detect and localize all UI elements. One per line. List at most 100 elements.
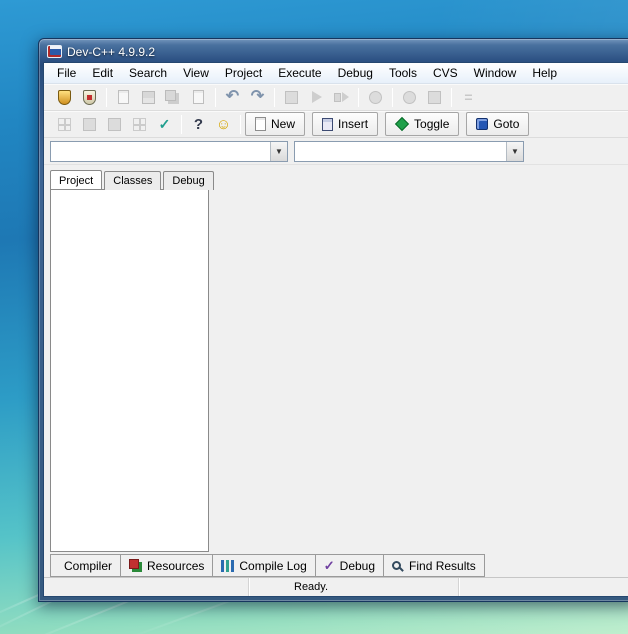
toolbar-separator [181,115,182,134]
redo-icon: ↷ [251,89,264,105]
menu-item-search[interactable]: Search [121,64,175,82]
tab-compile-log[interactable]: Compile Log [213,554,315,577]
status-bar: Ready. [44,577,628,596]
new-project-button[interactable] [52,85,77,109]
profile-button[interactable] [422,85,447,109]
profile-icon [428,91,441,104]
right-combobox-value [295,142,506,161]
save-all-icon [165,90,176,101]
toolbar-separator [106,88,107,107]
new-class-button[interactable] [52,112,77,136]
close-file-button[interactable] [186,85,211,109]
open-project-icon [83,90,96,105]
menu-item-file[interactable]: File [49,64,84,82]
app-icon [47,45,62,58]
debug-run-icon [403,91,416,104]
window-title: Dev-C++ 4.9.9.2 [67,45,155,59]
client-area: File Edit Search View Project Execute De… [43,62,628,597]
menu-item-execute[interactable]: Execute [270,64,329,82]
desktop: Dev-C++ 4.9.9.2 File Edit Search View Pr… [0,0,628,634]
class-browser-button[interactable] [127,112,152,136]
redo-button[interactable]: ↷ [245,85,270,109]
project-tree-panel[interactable] [50,189,209,552]
menu-item-debug[interactable]: Debug [330,64,381,82]
toolbar-separator [215,88,216,107]
compile-button[interactable] [279,85,304,109]
bookmark-goto-icon [476,118,488,130]
syntax-check-button[interactable]: ✓ [152,112,177,136]
find-results-magnifier-icon [392,561,401,570]
undo-icon: ↶ [226,89,239,105]
new-member-function-button[interactable] [77,112,102,136]
combo-toolbar: ▼ ▼ [44,138,628,165]
menu-item-cvs[interactable]: CVS [425,64,466,82]
right-combobox[interactable]: ▼ [294,141,524,162]
abort-compilation-button[interactable]: = [456,85,481,109]
bookmark-toggle-button[interactable]: Toggle [385,112,459,136]
run-icon [312,91,322,103]
menu-item-help[interactable]: Help [524,64,565,82]
bookmark-new-button[interactable]: New [245,112,305,136]
smiley-about-icon: ☺ [216,117,231,132]
chevron-down-icon: ▼ [275,147,283,156]
tab-compiler[interactable]: Compiler [50,554,121,577]
report-tabs: Compiler Resources Compile Log ✓ Debug F… [50,554,628,577]
run-button[interactable] [304,85,329,109]
tab-find-results[interactable]: Find Results [384,554,485,577]
bookmark-toggle-icon [395,117,409,131]
status-panel-message: Ready. [249,578,459,596]
main-toolbar: ↶ ↷ = [44,84,628,111]
bookmark-insert-button[interactable]: Insert [312,112,378,136]
rebuild-all-button[interactable] [363,85,388,109]
bookmark-new-icon [255,117,266,131]
toolbar-separator [274,88,275,107]
secondary-toolbar: ✓ ? ☺ New Insert Toggle [44,111,628,138]
help-icon: ? [194,117,203,132]
menu-item-project[interactable]: Project [217,64,270,82]
help-button[interactable]: ? [186,112,211,136]
menu-item-view[interactable]: View [175,64,217,82]
compile-log-tab-icon [221,560,234,572]
compile-log-tab-label: Compile Log [239,559,306,573]
debug-tab-label: Debug [340,559,375,573]
class-browser-icon [133,118,146,131]
about-button[interactable]: ☺ [211,112,236,136]
bookmark-goto-label: Goto [493,117,519,131]
bookmark-goto-button[interactable]: Goto [466,112,529,136]
right-combobox-dropdown-button[interactable]: ▼ [506,142,523,161]
side-panel: Project Classes Debug [50,170,209,552]
save-all-button[interactable] [161,85,186,109]
work-area: Project Classes Debug [44,165,628,552]
bookmark-insert-label: Insert [338,117,368,131]
menu-item-tools[interactable]: Tools [381,64,425,82]
abort-compilation-icon: = [464,90,472,104]
new-member-variable-button[interactable] [102,112,127,136]
debug-run-button[interactable] [397,85,422,109]
find-results-tab-label: Find Results [409,559,476,573]
tab-debug-bottom[interactable]: ✓ Debug [316,554,384,577]
tab-resources[interactable]: Resources [121,554,213,577]
save-button[interactable] [136,85,161,109]
titlebar[interactable]: Dev-C++ 4.9.9.2 [43,39,628,62]
menu-item-edit[interactable]: Edit [84,64,121,82]
close-file-icon [193,90,204,104]
tab-project[interactable]: Project [50,170,102,189]
status-text: Ready. [294,581,328,593]
resources-tab-icon [129,559,139,569]
undo-button[interactable]: ↶ [220,85,245,109]
menubar: File Edit Search View Project Execute De… [44,63,628,84]
tab-classes[interactable]: Classes [104,171,161,190]
compiler-tab-label: Compiler [64,559,112,573]
left-combobox[interactable]: ▼ [50,141,288,162]
chevron-down-icon: ▼ [511,147,519,156]
save-icon [142,91,155,104]
status-panel-right [459,578,628,596]
new-source-button[interactable] [111,85,136,109]
new-source-icon [118,90,129,104]
tab-debug[interactable]: Debug [163,171,213,190]
left-combobox-dropdown-button[interactable]: ▼ [270,142,287,161]
open-project-button[interactable] [77,85,102,109]
status-panel-left [44,578,249,596]
menu-item-window[interactable]: Window [466,64,525,82]
compile-and-run-button[interactable] [329,85,354,109]
